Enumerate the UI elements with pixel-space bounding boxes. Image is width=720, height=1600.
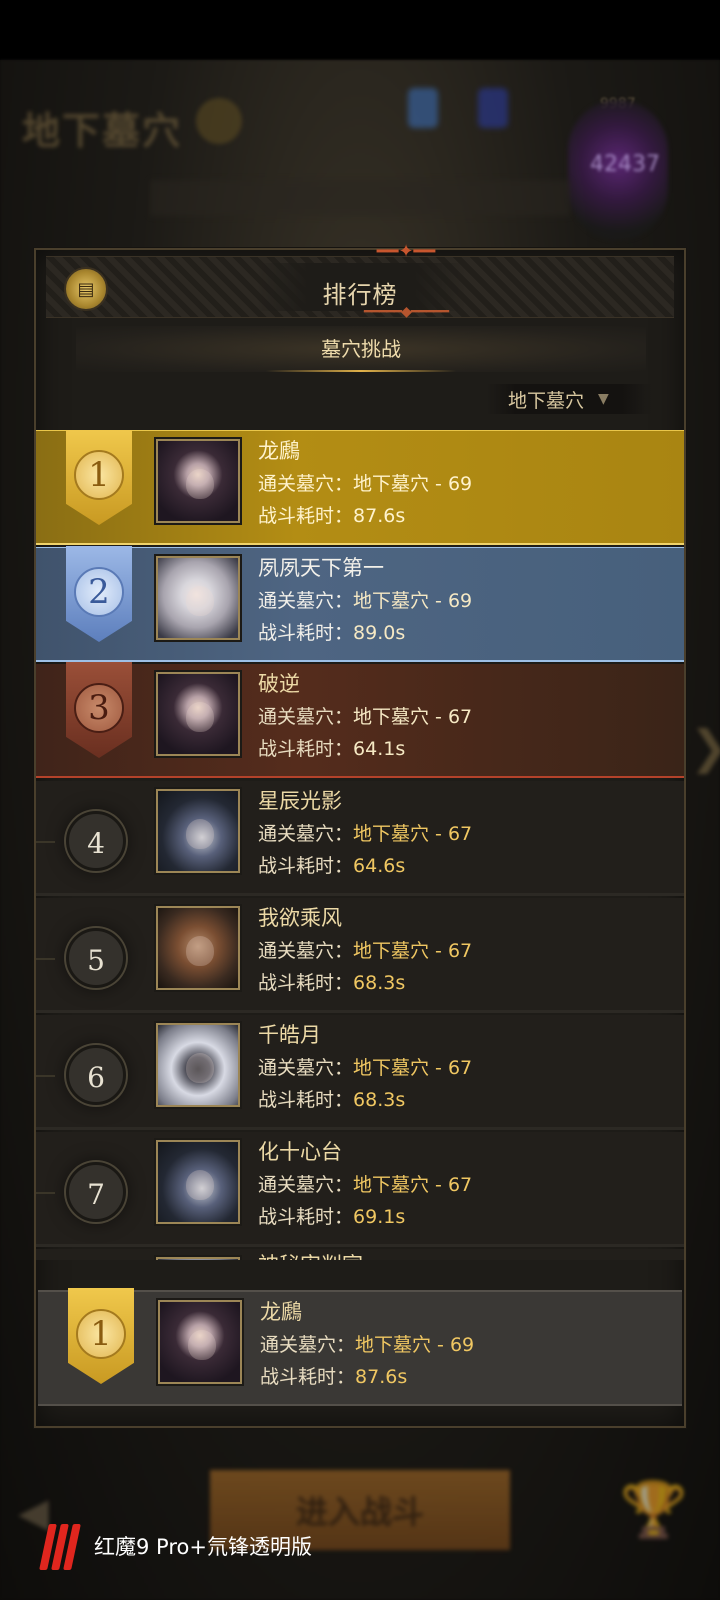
cleared-value: 地下墓穴 - 67 [353,706,473,728]
player-name: 夙夙天下第一 [258,556,384,580]
cleared-label: 通关墓穴： [260,1334,356,1356]
rank-number: 1 [74,450,124,500]
time-label: 战斗耗时： [258,972,354,994]
ranking-row[interactable]: 5 我欲乘风 通关墓穴：地下墓穴 - 67 战斗耗时：68.3s [36,898,684,1013]
rank-banner-gold: 1 [66,430,132,525]
top-black-bar [0,0,720,60]
rank-number: 3 [74,683,124,733]
cleared-label: 通关墓穴： [258,940,354,962]
player-name: 破逆 [258,672,300,696]
ranking-row[interactable]: 2 夙夙天下第一 通关墓穴：地下墓穴 - 69 战斗耗时：89.0s [36,546,684,662]
time-label: 战斗耗时： [258,738,354,760]
rank-number: 7 [36,1162,126,1222]
player-avatar[interactable] [156,789,240,873]
time-value: 69.1s [353,1206,406,1228]
cleared-value: 地下墓穴 - 67 [353,1174,473,1196]
time-label: 战斗耗时： [258,855,354,877]
cleared-value: 地下墓穴 - 69 [353,590,473,612]
time-value: 68.3s [353,1089,406,1111]
player-avatar[interactable] [156,556,240,640]
cleared-value: 地下墓穴 - 67 [353,1057,473,1079]
ranking-row[interactable]: 3 破逆 通关墓穴：地下墓穴 - 67 战斗耗时：64.1s [36,662,684,778]
player-name: 龙鷉 [260,1300,302,1324]
background-book-icon [196,98,242,144]
time-value: 89.0s [353,622,406,644]
blue-crystal-icon [408,88,438,128]
rank-number: 4 [36,811,126,871]
ranking-row[interactable]: 4 星辰光影 通关墓穴：地下墓穴 - 67 战斗耗时：64.6s [36,781,684,896]
device-brand-text: 红魔9 Pro+氘锋透明版 [94,1535,312,1559]
cleared-value: 地下墓穴 - 67 [353,940,473,962]
right-arrow-icon: ❯ [690,720,720,774]
rank-number: 5 [36,928,126,988]
background-bar [150,180,570,216]
rank-number: 2 [74,567,124,617]
background-gauge-value: 42437 [590,152,660,177]
cleared-label: 通关墓穴： [258,1174,354,1196]
ornament-bottom: ━━━━━◆━━━━━ [363,304,449,320]
ranking-row[interactable]: 1 龙鷉 通关墓穴：地下墓穴 - 69 战斗耗时：87.6s [36,430,684,545]
ranking-list[interactable]: 1 龙鷉 通关墓穴：地下墓穴 - 69 战斗耗时：87.6s 2 夙夙天下第一 … [36,430,684,1260]
cleared-label: 通关墓穴： [258,473,354,495]
tomb-filter-dropdown[interactable]: 地下墓穴 ▼ [486,384,652,414]
caret-down-icon: ▼ [598,391,609,407]
background-title: 地下墓穴 [22,108,183,153]
time-label: 战斗耗时： [258,1089,354,1111]
my-rank-row[interactable]: 1 龙鷉 通关墓穴：地下墓穴 - 69 战斗耗时：87.6s [38,1288,682,1406]
player-name: 神秘审判官 [258,1249,363,1260]
player-name: 星辰光影 [258,789,342,813]
cleared-value: 地下墓穴 - 67 [353,823,473,845]
cleared-label: 通关墓穴： [258,706,354,728]
cleared-label: 通关墓穴： [258,1057,354,1079]
book-icon: ▤ [77,278,95,300]
player-avatar[interactable] [156,439,240,523]
ranking-row[interactable]: 7 化十心台 通关墓穴：地下墓穴 - 67 战斗耗时：69.1s [36,1132,684,1247]
player-name: 我欲乘风 [258,906,342,930]
device-watermark: 红魔9 Pro+氘锋透明版 [39,1518,312,1574]
cleared-label: 通关墓穴： [258,823,354,845]
panel-header: ━━✦━━ 排行榜 ━━━━━◆━━━━━ ▤ [46,243,674,320]
redmagic-logo-icon [39,1518,84,1574]
player-avatar[interactable] [156,672,240,756]
player-avatar[interactable] [156,906,240,990]
time-label: 战斗耗时： [258,505,354,527]
rank-banner-bronze: 3 [66,662,132,758]
rank-number: 6 [36,1045,126,1105]
ornament-top: ━━✦━━ [376,241,436,262]
dark-crystal-icon [478,88,508,128]
rules-book-button[interactable]: ▤ [64,267,108,311]
player-avatar[interactable] [156,1140,240,1224]
rank-banner-silver: 2 [66,546,132,642]
leaderboard-panel: ━━✦━━ 排行榜 ━━━━━◆━━━━━ ▤ 墓穴挑战 地下墓穴 ▼ 1 龙鷉… [34,243,686,1428]
time-value: 87.6s [353,505,406,527]
player-name: 化十心台 [258,1140,342,1164]
player-name: 千皓月 [258,1023,321,1047]
time-value: 64.1s [353,738,406,760]
ranking-row[interactable]: 神秘审判官 [36,1249,684,1260]
rank-number: 1 [76,1309,126,1359]
player-name: 龙鷉 [258,439,300,463]
ranking-row[interactable]: 6 千皓月 通关墓穴：地下墓穴 - 67 战斗耗时：68.3s [36,1015,684,1130]
time-label: 战斗耗时： [260,1366,356,1388]
player-avatar[interactable] [156,1257,240,1260]
cleared-label: 通关墓穴： [258,590,354,612]
time-value: 64.6s [353,855,406,877]
player-avatar[interactable] [156,1023,240,1107]
time-value: 68.3s [353,972,406,994]
trophy-icon: 🏆 [620,1478,688,1541]
player-avatar[interactable] [158,1300,242,1384]
rank-banner-gold: 1 [68,1288,134,1384]
cleared-value: 地下墓穴 - 69 [355,1334,475,1356]
dropdown-selected: 地下墓穴 [508,389,585,412]
time-label: 战斗耗时： [258,1206,354,1228]
time-label: 战斗耗时： [258,622,354,644]
time-value: 87.6s [355,1366,408,1388]
category-title: 墓穴挑战 [76,326,646,372]
cleared-value: 地下墓穴 - 69 [353,473,473,495]
